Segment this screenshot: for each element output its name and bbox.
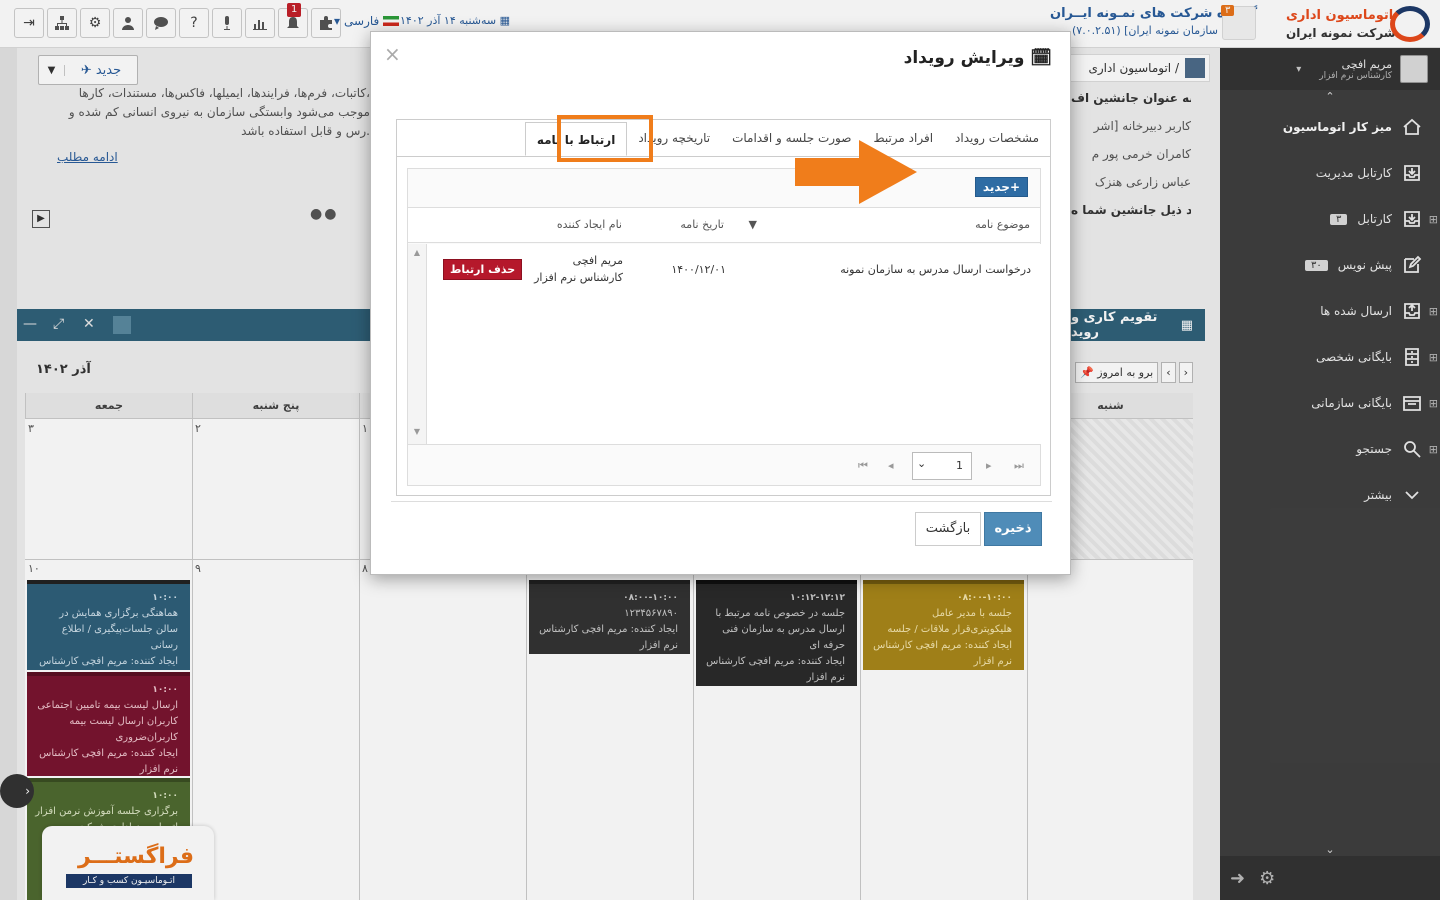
back-button[interactable]: بازگشت — [915, 512, 981, 546]
orange-arrow-icon — [795, 140, 917, 204]
close-icon[interactable]: × — [384, 42, 401, 66]
page-selector[interactable]: ⌄ 1 — [912, 452, 972, 480]
grid-toolbar: جدید+ — [408, 169, 1040, 207]
tab-bar: مشخصات رویداد افراد مرتبط صورت جلسه و اق… — [397, 120, 1050, 157]
first-page-icon[interactable]: ⏮ — [858, 459, 868, 473]
last-page-icon[interactable]: ⏭ — [1014, 459, 1024, 473]
grid-body: درخواست ارسال مدرس به سازمان نمونه ۱۴۰۰/… — [426, 244, 1041, 444]
remove-link-button[interactable]: حذف ارتباط — [443, 259, 523, 280]
column-date[interactable]: تاریخ نامه — [680, 218, 724, 231]
save-button[interactable]: ذخیره — [984, 512, 1042, 546]
footer-divider — [391, 501, 1052, 502]
scrollbar[interactable]: ▲ ▼ — [408, 244, 426, 444]
tab-event-details[interactable]: مشخصات رویداد — [944, 120, 1050, 156]
add-letter-button[interactable]: جدید+ — [974, 177, 1028, 197]
pagination: ⏮ ◂ ⌄ 1 ▸ ⏭ — [408, 444, 1041, 486]
tab-highlight-box — [557, 115, 653, 162]
column-creator[interactable]: نام ایجاد کننده — [557, 218, 622, 231]
chevron-down-icon[interactable]: ⌄ — [917, 457, 926, 470]
dialog-title: ویرایش رویداد 🗓 — [903, 48, 1052, 68]
table-row[interactable]: درخواست ارسال مدرس به سازمان نمونه ۱۴۰۰/… — [427, 244, 1041, 304]
letters-grid: جدید+ موضوع نامه ▼ تاریخ نامه نام ایجاد … — [407, 168, 1041, 486]
column-subject[interactable]: موضوع نامه — [975, 218, 1030, 231]
edit-event-dialog: × ویرایش رویداد 🗓 مشخصات رویداد افراد مر… — [370, 31, 1071, 575]
tab-container: مشخصات رویداد افراد مرتبط صورت جلسه و اق… — [396, 119, 1051, 496]
grid-header: موضوع نامه ▼ تاریخ نامه نام ایجاد کننده — [408, 207, 1040, 243]
filter-icon[interactable]: ▼ — [749, 218, 757, 231]
calendar-icon: 🗓 — [1030, 48, 1052, 68]
next-page-icon[interactable]: ▸ — [986, 459, 992, 472]
plus-icon: + — [1009, 180, 1020, 194]
prev-page-icon[interactable]: ◂ — [888, 459, 894, 472]
